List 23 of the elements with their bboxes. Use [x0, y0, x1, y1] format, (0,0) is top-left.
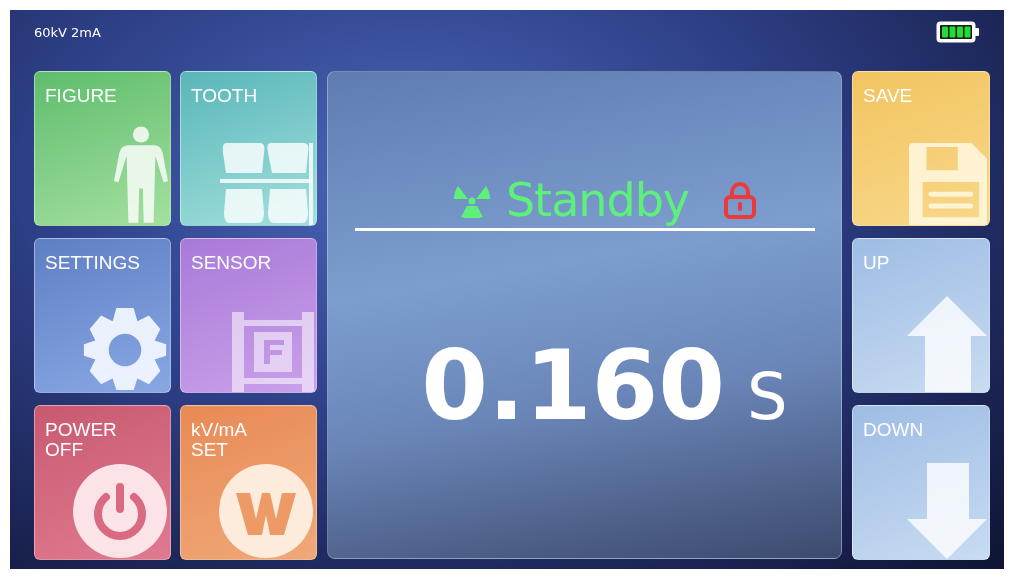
tile-button[interactable]: SENSOR — [180, 238, 317, 393]
tile-button[interactable]: kV/mA SET — [180, 405, 317, 560]
lock-icon — [723, 181, 758, 219]
tile-button[interactable]: DOWN — [852, 405, 990, 560]
letter-circle-icon — [218, 463, 314, 559]
power-icon — [72, 463, 168, 559]
teeth-icon — [220, 143, 314, 225]
up-arrow-icon — [907, 296, 987, 392]
down-arrow-icon — [907, 463, 987, 559]
person-icon — [114, 125, 168, 225]
exposure-time: 0.160 — [421, 331, 725, 441]
tile-button[interactable]: TOOTH — [180, 71, 317, 226]
battery-icon — [936, 21, 980, 43]
tile-button[interactable]: FIGURE — [34, 71, 171, 226]
film-icon — [232, 312, 314, 392]
status-text: Standby — [505, 172, 690, 228]
settings-icon — [82, 306, 168, 392]
time-unit: S — [747, 360, 788, 434]
tile-button[interactable]: UP — [852, 238, 990, 393]
exposure-reading: 60kV 2mA — [34, 24, 101, 40]
tile-button[interactable]: POWER OFF — [34, 405, 171, 560]
tile-button[interactable]: SAVE — [852, 71, 990, 226]
tile-button[interactable]: SETTINGS — [34, 238, 171, 393]
